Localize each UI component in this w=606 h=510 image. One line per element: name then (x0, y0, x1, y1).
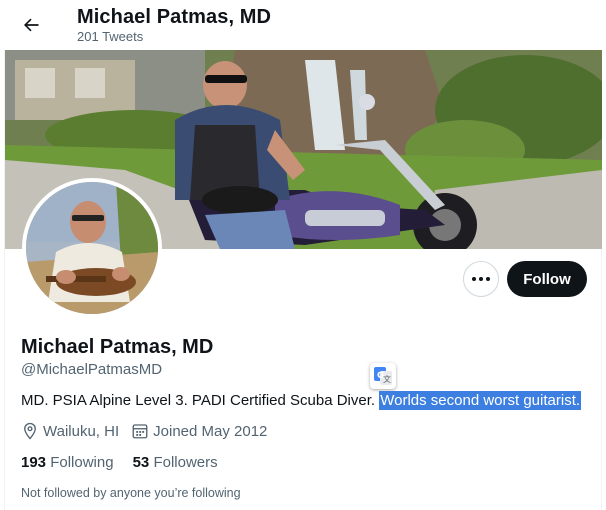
follow-button[interactable]: Follow (507, 261, 587, 297)
back-button[interactable] (14, 8, 48, 42)
bio-text: MD. PSIA Alpine Level 3. PADI Certified … (21, 392, 380, 409)
followers-count: 53 (132, 454, 150, 471)
following-label: Following (50, 454, 114, 471)
google-translate-icon: G 文 (374, 367, 392, 385)
arrow-left-icon (24, 18, 39, 32)
avatar-photo (26, 182, 158, 314)
followers-link[interactable]: 53 Followers (133, 454, 218, 471)
profile-avatar[interactable] (22, 178, 162, 318)
bio-selected-text: Worlds second worst guitarist. (379, 391, 582, 410)
more-dot (486, 277, 490, 281)
location-pin-icon (24, 422, 36, 440)
header-title: Michael Patmas, MD (77, 6, 272, 28)
follow-stats: 193 Following 53 Followers (21, 454, 237, 471)
following-count: 193 (21, 454, 47, 471)
tweet-count: 201 Tweets (77, 29, 144, 44)
profile-header-bar: Michael Patmas, MD 201 Tweets (0, 0, 606, 50)
translate-button[interactable]: G 文 (370, 363, 396, 389)
mutual-followers-note: Not followed by anyone you’re following (21, 486, 241, 500)
more-horizontal-icon (472, 277, 476, 281)
more-dot (479, 277, 483, 281)
location-item: Wailuku, HI (21, 422, 119, 440)
calendar-icon (132, 424, 148, 439)
more-options-button[interactable] (463, 261, 499, 297)
joined-item: Joined May 2012 (131, 422, 267, 440)
joined-text: Joined May 2012 (153, 422, 268, 440)
profile-handle: @MichaelPatmasMD (21, 361, 163, 378)
followers-label: Followers (153, 454, 218, 471)
following-link[interactable]: 193 Following (21, 454, 114, 471)
svg-text:文: 文 (383, 374, 391, 384)
profile-name: Michael Patmas, MD (21, 336, 214, 358)
profile-meta: Wailuku, HI Joined May 2012 (21, 422, 279, 440)
location-text: Wailuku, HI (43, 422, 120, 440)
profile-bio: MD. PSIA Alpine Level 3. PADI Certified … (21, 391, 582, 410)
